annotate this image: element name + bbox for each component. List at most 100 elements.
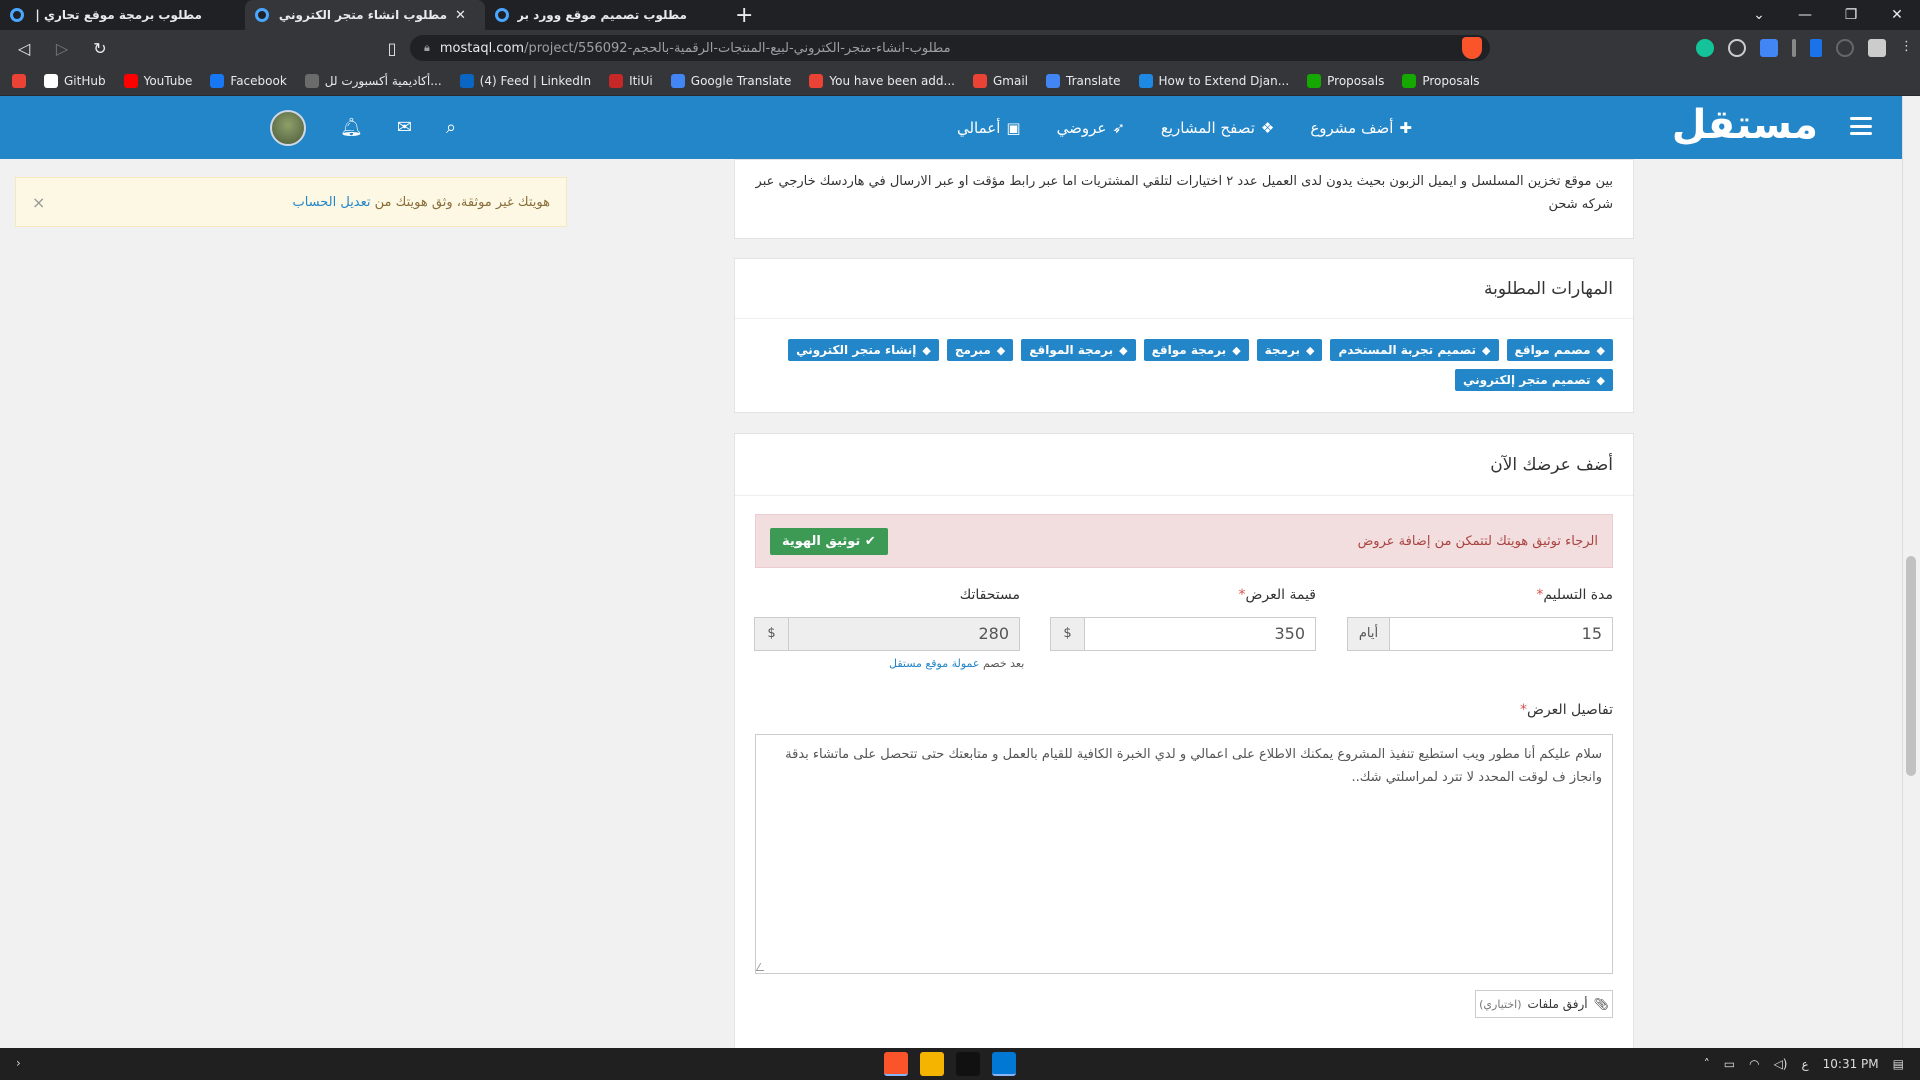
clock[interactable]: 10:31 PM [1823, 1057, 1879, 1071]
bookmark-item[interactable]: How to Extend Djan... [1138, 73, 1290, 88]
edit-account-link[interactable]: تعديل الحساب [292, 195, 370, 210]
bookmark-item[interactable] [12, 73, 26, 88]
grammarly-icon[interactable] [1696, 39, 1714, 57]
upwork-icon [1402, 73, 1417, 88]
browser-toolbar: ◁ ▷ ↻ ▯ 🔒︎ mostaql.com/project/556092-مط… [0, 30, 1920, 66]
bookmark-item[interactable]: You have been add... [809, 73, 955, 88]
offer-details-textarea[interactable]: سلام عليكم أنا مطور ويب استطيع تنفيذ الم… [755, 734, 1613, 974]
url-domain: mostaql.com [439, 40, 525, 56]
bookmark-item[interactable]: YouTube [123, 73, 192, 88]
skill-tag[interactable]: ◆ تصميم متجر إلكتروني [1454, 369, 1613, 391]
battery-icon[interactable]: ▭ [1724, 1057, 1735, 1071]
forward-icon[interactable]: ▷ [50, 39, 74, 58]
price-input[interactable]: 350 [1085, 618, 1315, 650]
brave-shield-icon[interactable] [1462, 37, 1482, 59]
bookmark-item[interactable]: GitHub [44, 73, 106, 88]
notifications-bell-icon[interactable]: 🔔︎ [340, 117, 363, 138]
brave-icon[interactable] [884, 1052, 908, 1076]
nav-add-project[interactable]: ✚ أضف مشروع [1310, 119, 1412, 137]
attach-optional: (اختياري) [1479, 997, 1522, 1011]
scrollbar-thumb[interactable] [1906, 556, 1916, 776]
chevron-up-icon[interactable]: ˄ [1704, 1057, 1710, 1071]
resize-handle-icon[interactable] [755, 963, 769, 971]
earnings-input: 280 [789, 618, 1019, 650]
delivery-input[interactable]: 15 [1390, 618, 1612, 650]
nav-label: أضف مشروع [1310, 118, 1394, 137]
skill-label: برمجة المواقع [1029, 343, 1114, 357]
mostaql-favicon-icon [255, 8, 269, 22]
skill-tag[interactable]: ◆ تصميم تجربة المستخدم [1330, 339, 1499, 361]
close-tab-icon[interactable]: ✕ [455, 8, 466, 23]
bookmark-icon[interactable]: ▯ [380, 39, 404, 58]
translate-icon [670, 73, 685, 88]
page-scrollbar[interactable] [1902, 96, 1920, 1048]
address-bar[interactable]: 🔒︎ mostaql.com/project/556092-مطلوب-انشا… [410, 35, 1490, 61]
price-field: 350 $ [1050, 617, 1316, 651]
skill-tag[interactable]: ◆ إنشاء متجر الكتروني [788, 339, 939, 361]
nav-my-work[interactable]: ▣ أعمالي [957, 119, 1021, 137]
skill-tag[interactable]: ◆ مصمم مواقع [1506, 339, 1613, 361]
file-explorer-icon[interactable] [920, 1052, 944, 1076]
pycharm-icon[interactable] [956, 1052, 980, 1076]
reload-icon[interactable]: ↻ [88, 39, 112, 58]
restore-button[interactable]: ❐ [1828, 7, 1874, 23]
site-logo[interactable]: مستقل [1672, 102, 1818, 148]
vscode-icon[interactable] [992, 1052, 1016, 1076]
tab-search-icon[interactable]: ⌄ [1736, 7, 1782, 23]
bookmark-label: (4) Feed | LinkedIn [479, 73, 592, 88]
nav-browse-projects[interactable]: ❖ تصفح المشاريع [1161, 119, 1274, 137]
plus-icon: ✚ [1399, 118, 1412, 137]
skill-tag[interactable]: ◆ برمجة المواقع [1021, 339, 1136, 361]
messages-icon[interactable]: ✉ [397, 117, 412, 138]
lock-icon: 🔒︎ [424, 41, 430, 54]
skill-label: مصمم مواقع [1514, 343, 1591, 357]
bookmark-label: Proposals [1422, 73, 1480, 88]
pen-icon[interactable] [1792, 39, 1796, 57]
bookmark-item[interactable]: Proposals [1402, 73, 1480, 88]
skill-tag[interactable]: ◆ مبرمج [946, 339, 1014, 361]
new-tab-button[interactable]: + [725, 3, 763, 28]
attach-files-button[interactable]: 📎︎ أرفق ملفات (اختياري) [1475, 990, 1613, 1018]
bookmark-label: How to Extend Djan... [1158, 73, 1290, 88]
nav-my-bids[interactable]: ➶ عروضي [1057, 119, 1125, 137]
delivery-unit: أيام [1348, 618, 1390, 650]
bookmark-item[interactable]: ItiUi [609, 73, 653, 88]
browser-tab[interactable]: مطلوب برمجة موقع تجاري | مستقل [0, 0, 245, 30]
skill-tag[interactable]: ◆ برمجة مواقع [1143, 339, 1249, 361]
paperclip-icon: 📎︎ [1593, 997, 1609, 1011]
minimize-button[interactable]: — [1782, 7, 1828, 23]
bookmark-item[interactable]: Proposals [1307, 73, 1384, 88]
trash-icon[interactable] [1810, 39, 1822, 57]
language-indicator[interactable]: ع [1801, 1057, 1808, 1071]
search-icon[interactable]: ⌕ [446, 117, 456, 138]
bookmark-item[interactable]: Translate [1046, 73, 1121, 88]
browser-tab[interactable]: مطلوب تصميم موقع وورد بريس | مستقل [485, 0, 725, 30]
chevron-right-icon[interactable]: › [16, 1056, 21, 1070]
close-icon[interactable]: × [32, 193, 45, 212]
notifications-icon[interactable]: ▤ [1893, 1057, 1904, 1071]
bookmarks-bar: GitHub YouTube Facebook أكاديمية أكسبورت لل… [0, 66, 1920, 96]
close-window-button[interactable]: ✕ [1874, 7, 1920, 23]
extension-icon[interactable] [1728, 39, 1746, 57]
commission-link[interactable]: عمولة موقع مستقل [889, 657, 979, 670]
hamburger-menu-icon[interactable] [1850, 117, 1872, 135]
bookmark-item[interactable]: Google Translate [670, 73, 791, 88]
bookmark-item[interactable]: Facebook [210, 73, 287, 88]
skills-panel: المهارات المطلوبة ◆ مصمم مواقع ◆ تصميم تجرب… [734, 258, 1634, 413]
browser-tab-active[interactable]: ✕ مطلوب انشاء متجر الكتروني لبيع المنتجا… [245, 0, 485, 30]
puzzle-icon[interactable] [1868, 39, 1886, 57]
skill-tag[interactable]: ◆ برمجة [1256, 339, 1323, 361]
avatar[interactable] [270, 109, 306, 146]
volume-icon[interactable]: ◁) [1774, 1057, 1788, 1071]
bookmark-item[interactable]: (4) Feed | LinkedIn [459, 73, 592, 88]
mostaql-favicon-icon [495, 8, 509, 22]
back-icon[interactable]: ◁ [12, 39, 36, 58]
wifi-icon[interactable]: ◠ [1749, 1057, 1759, 1071]
menu-icon[interactable]: ⋮ [1900, 39, 1913, 57]
rocket-icon: ➶ [1112, 118, 1125, 137]
bookmark-item[interactable]: Gmail [972, 73, 1028, 88]
extension-icon[interactable] [1836, 39, 1854, 57]
translate-extension-icon[interactable] [1760, 39, 1778, 57]
bookmark-item[interactable]: أكاديمية أكسبورت لل... [304, 73, 442, 88]
verify-identity-button[interactable]: ✔ توثيق الهوية [770, 527, 888, 555]
